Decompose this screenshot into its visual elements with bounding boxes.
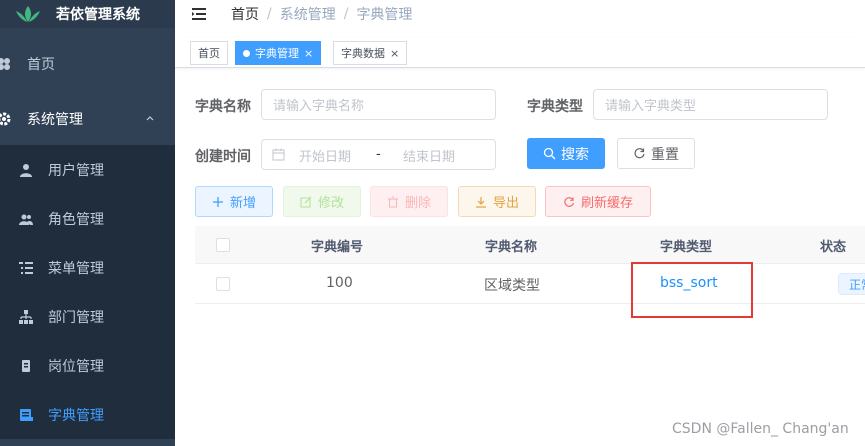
breadcrumb-separator: / — [343, 6, 349, 22]
dashboard-icon — [0, 56, 12, 72]
breadcrumb-item-home[interactable]: 首页 — [231, 4, 259, 24]
close-icon[interactable]: × — [390, 47, 399, 60]
export-button[interactable]: 导出 — [458, 186, 536, 217]
end-date-placeholder[interactable]: 结束日期 — [403, 146, 455, 165]
delete-button-label: 删除 — [404, 196, 431, 211]
export-button-label: 导出 — [492, 196, 519, 211]
status-badge: 正常 — [838, 273, 865, 295]
status-text: 正常 — [849, 277, 865, 292]
gear-icon — [0, 111, 12, 127]
sidebar: 若依管理系统 首页 系统管理 用户管理 角色管理 菜单管理 部门管理 岗位管理 … — [0, 0, 175, 446]
annotation-highlight-box — [631, 262, 753, 318]
select-all-checkbox[interactable] — [216, 238, 230, 252]
chevron-up-icon — [146, 116, 154, 121]
sidebar-item-label: 岗位管理 — [48, 358, 104, 375]
navbar: 首页 / 系统管理 / 字典管理 — [175, 0, 865, 28]
refresh-icon — [633, 147, 646, 160]
refresh-cache-button[interactable]: 刷新缓存 — [545, 186, 651, 217]
sidebar-item-label: 用户管理 — [48, 162, 104, 179]
breadcrumb-separator: / — [267, 6, 272, 22]
sidebar-logo[interactable]: 若依管理系统 — [0, 0, 175, 28]
dict-type-label: 字典类型 — [527, 99, 583, 115]
tree-icon — [18, 309, 34, 325]
tags-view: 首页 字典管理 × 字典数据 × — [175, 38, 865, 68]
dict-icon — [18, 407, 34, 423]
close-icon[interactable]: × — [304, 47, 313, 60]
hamburger-icon[interactable] — [191, 6, 209, 22]
column-header-dict-id[interactable]: 字典编号 — [311, 236, 363, 255]
dict-name-label: 字典名称 — [195, 99, 251, 115]
sidebar-item-menus[interactable]: 菜单管理 — [0, 243, 175, 292]
breadcrumb: 首页 / 系统管理 / 字典管理 — [231, 4, 412, 24]
tag-dict-data[interactable]: 字典数据 × — [333, 41, 408, 65]
sidebar-item-dict[interactable]: 字典管理 — [0, 390, 175, 439]
column-header-status[interactable]: 状态 — [820, 236, 846, 255]
breadcrumb-item-system: 系统管理 — [279, 7, 336, 23]
search-button[interactable]: 搜索 — [527, 138, 605, 169]
delete-button[interactable]: 删除 — [370, 186, 448, 217]
user-icon — [18, 162, 34, 178]
table-header: 字典编号 字典名称 字典类型 状态 — [195, 226, 865, 264]
column-header-dict-name[interactable]: 字典名称 — [485, 236, 537, 255]
search-icon — [543, 147, 556, 160]
calendar-icon — [272, 148, 285, 161]
range-separator: - — [376, 147, 381, 162]
download-icon — [475, 196, 487, 208]
table-row[interactable]: 100 区域类型 bss_sort 正常 — [195, 264, 865, 304]
reset-button[interactable]: 重置 — [617, 138, 695, 169]
dict-name-placeholder: 请输入字典名称 — [273, 99, 365, 114]
plus-icon — [212, 196, 224, 208]
reset-button-label: 重置 — [651, 146, 679, 163]
refresh-cache-button-label: 刷新缓存 — [580, 196, 633, 211]
tag-dict-management[interactable]: 字典管理 × — [235, 41, 322, 65]
create-time-label: 创建时间 — [195, 149, 251, 165]
active-dot-icon — [243, 49, 250, 57]
sidebar-item-roles[interactable]: 角色管理 — [0, 194, 175, 243]
post-icon — [18, 358, 34, 374]
app-title: 若依管理系统 — [56, 7, 140, 23]
app-root: 若依管理系统 首页 系统管理 用户管理 角色管理 菜单管理 部门管理 岗位管理 … — [0, 0, 865, 446]
sidebar-item-label: 系统管理 — [27, 111, 83, 128]
edit-button[interactable]: 修改 — [283, 186, 361, 217]
dict-name-input[interactable]: 请输入字典名称 — [261, 89, 496, 120]
start-date-placeholder[interactable]: 开始日期 — [299, 146, 351, 165]
refresh-icon — [563, 196, 575, 208]
edit-icon — [300, 196, 312, 208]
peoples-icon — [18, 211, 34, 227]
breadcrumb-item-dict: 字典管理 — [356, 7, 413, 23]
tag-home[interactable]: 首页 — [190, 41, 228, 65]
sidebar-item-users[interactable]: 用户管理 — [0, 145, 175, 194]
sidebar-item-posts[interactable]: 岗位管理 — [0, 341, 175, 390]
sidebar-item-label: 部门管理 — [48, 309, 104, 326]
sidebar-item-system[interactable]: 系统管理 — [0, 94, 175, 143]
cell-dict-name: 区域类型 — [484, 278, 540, 294]
tag-label: 字典管理 — [255, 47, 299, 60]
add-button-label: 新增 — [229, 196, 256, 211]
sidebar-item-label: 首页 — [27, 56, 55, 73]
dict-type-placeholder: 请输入字典类型 — [605, 99, 697, 114]
tree-table-icon — [18, 260, 34, 276]
trash-icon — [387, 195, 399, 208]
column-header-dict-type[interactable]: 字典类型 — [660, 236, 712, 255]
logo-icon — [16, 6, 40, 22]
row-checkbox[interactable] — [216, 277, 230, 291]
sidebar-item-label: 字典管理 — [48, 407, 104, 424]
tag-label: 字典数据 — [341, 47, 385, 60]
sidebar-item-label: 菜单管理 — [48, 260, 104, 277]
sidebar-item-home[interactable]: 首页 — [0, 39, 175, 88]
search-button-label: 搜索 — [561, 146, 589, 163]
tag-label: 首页 — [198, 47, 220, 60]
sidebar-item-departments[interactable]: 部门管理 — [0, 292, 175, 341]
create-time-range-picker[interactable]: 开始日期 - 结束日期 — [261, 139, 496, 170]
watermark: CSDN @Fallen_ Chang'an — [672, 421, 849, 437]
sidebar-item-label: 角色管理 — [48, 211, 104, 228]
dict-type-input[interactable]: 请输入字典类型 — [593, 89, 828, 120]
dict-table: 字典编号 字典名称 字典类型 状态 100 区域类型 bss_sort 正常 — [195, 226, 865, 305]
add-button[interactable]: 新增 — [195, 186, 273, 217]
edit-button-label: 修改 — [317, 196, 344, 211]
cell-dict-id: 100 — [326, 275, 353, 291]
